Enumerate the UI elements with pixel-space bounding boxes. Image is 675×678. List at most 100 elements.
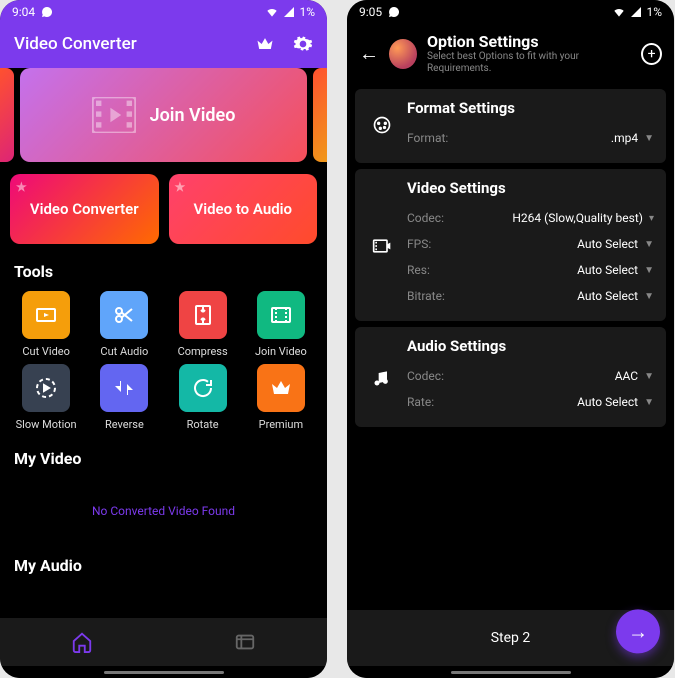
status-time: 9:04 [12, 5, 35, 19]
reverse-icon [100, 364, 148, 412]
chevron-down-icon: ▼ [644, 239, 654, 250]
format-icon [367, 99, 397, 151]
status-bar: 9:05 1% [347, 0, 674, 24]
card-video-to-audio[interactable]: ★ Video to Audio [169, 174, 318, 244]
audio-codec-value: AAC [615, 369, 638, 383]
star-icon: ★ [175, 180, 186, 194]
tool-compress[interactable]: Compress [167, 291, 239, 358]
tool-premium[interactable]: Premium [245, 364, 317, 431]
crown-icon[interactable] [255, 34, 275, 54]
slow-motion-icon [22, 364, 70, 412]
fps-value: Auto Select [577, 237, 638, 251]
star-icon: ★ [16, 180, 27, 194]
audio-title: Audio Settings [407, 337, 654, 363]
video-thumbnail[interactable] [389, 39, 417, 69]
codec-label: Codec: [407, 211, 444, 225]
video-settings-card: Video Settings Codec: H264 (Slow,Quality… [355, 169, 666, 321]
audio-rate-value: Auto Select [577, 395, 638, 409]
codec-value: H264 (Slow,Quality best) [512, 211, 643, 225]
wifi-icon [265, 5, 279, 19]
options-header: ← Option Settings Select best Options to… [347, 24, 674, 89]
option-settings-screen: 9:05 1% ← Option Settings Select best Op… [347, 0, 674, 678]
section-my-audio: My Audio [0, 548, 327, 581]
cut-video-icon [22, 291, 70, 339]
res-value: Auto Select [577, 263, 638, 277]
res-row[interactable]: Res: Auto Select ▼ [407, 257, 654, 283]
home-tab-icon[interactable] [71, 631, 93, 653]
audio-settings-card: Audio Settings Codec: AAC ▼ Rate: Auto Se… [355, 327, 666, 427]
status-battery: 1% [299, 5, 315, 19]
wifi-icon [612, 5, 626, 19]
back-button[interactable]: ← [359, 41, 379, 66]
audio-settings-icon [367, 337, 397, 415]
tool-join-video[interactable]: Join Video [245, 291, 317, 358]
home-indicator [0, 666, 327, 678]
step-bar: Step 2 → [347, 610, 674, 666]
next-fab[interactable]: → [616, 609, 660, 653]
library-tab-icon[interactable] [234, 631, 256, 653]
status-battery: 1% [646, 5, 662, 19]
hero-prev-sliver[interactable] [0, 68, 14, 162]
fps-row[interactable]: FPS: Auto Select ▼ [407, 231, 654, 257]
tool-slow-motion[interactable]: Slow Motion [10, 364, 82, 431]
cut-audio-icon [100, 291, 148, 339]
tool-label: Cut Video [22, 345, 70, 358]
codec-row[interactable]: Codec: H264 (Slow,Quality best) ▾ [407, 205, 654, 231]
res-label: Res: [407, 263, 430, 277]
chevron-down-icon: ▼ [644, 265, 654, 276]
tool-label: Rotate [187, 418, 219, 431]
format-row[interactable]: Format: .mp4▼ [407, 125, 654, 151]
audio-rate-row[interactable]: Rate: Auto Select ▼ [407, 389, 654, 415]
hero-next-sliver[interactable] [313, 68, 327, 162]
whatsapp-icon [388, 6, 400, 18]
card-video-converter[interactable]: ★ Video Converter [10, 174, 159, 244]
bitrate-value: Auto Select [577, 289, 638, 303]
whatsapp-icon [41, 6, 53, 18]
bitrate-row[interactable]: Bitrate: Auto Select ▼ [407, 283, 654, 309]
hero-join-video[interactable]: Join Video [20, 68, 307, 162]
chevron-down-icon: ▼ [644, 291, 654, 302]
join-video-icon [257, 291, 305, 339]
card-label: Video to Audio [193, 200, 292, 218]
tool-cut-video[interactable]: Cut Video [10, 291, 82, 358]
app-header: Video Converter [0, 24, 327, 68]
bitrate-label: Bitrate: [407, 289, 445, 303]
card-label: Video Converter [30, 200, 139, 218]
tool-label: Reverse [105, 418, 144, 431]
add-button[interactable]: + [641, 43, 662, 65]
tool-cut-audio[interactable]: Cut Audio [88, 291, 160, 358]
tool-label: Cut Audio [100, 345, 148, 358]
tool-reverse[interactable]: Reverse [88, 364, 160, 431]
status-time: 9:05 [359, 5, 382, 19]
signal-icon [283, 6, 295, 18]
audio-codec-label: Codec: [407, 369, 444, 383]
gear-icon[interactable] [293, 34, 313, 54]
tool-rotate[interactable]: Rotate [167, 364, 239, 431]
app-title: Video Converter [14, 34, 137, 54]
section-my-video: My Video [0, 441, 327, 474]
status-bar: 9:04 1% [0, 0, 327, 24]
chevron-down-icon: ▼ [644, 397, 654, 408]
page-title: Option Settings [427, 32, 631, 51]
chevron-down-icon: ▼ [644, 371, 654, 382]
tool-label: Join Video [255, 345, 307, 358]
hero-label: Join Video [150, 105, 236, 126]
format-settings-card: Format Settings Format: .mp4▼ [355, 89, 666, 163]
format-value: .mp4 [611, 131, 638, 145]
tool-label: Compress [178, 345, 228, 358]
audio-codec-row[interactable]: Codec: AAC ▼ [407, 363, 654, 389]
compress-icon [179, 291, 227, 339]
page-subtitle: Select best Options to fit with your Req… [427, 51, 631, 75]
rotate-icon [179, 364, 227, 412]
chevron-down-icon: ▾ [649, 213, 654, 224]
audio-rate-label: Rate: [407, 395, 434, 409]
fps-label: FPS: [407, 237, 431, 251]
filmstrip-icon [92, 97, 136, 133]
tool-label: Slow Motion [16, 418, 77, 431]
empty-video-message: No Converted Video Found [0, 474, 327, 548]
tool-label: Premium [259, 418, 303, 431]
format-title: Format Settings [407, 99, 654, 125]
signal-icon [630, 6, 642, 18]
premium-icon [257, 364, 305, 412]
section-tools: Tools [0, 254, 327, 287]
